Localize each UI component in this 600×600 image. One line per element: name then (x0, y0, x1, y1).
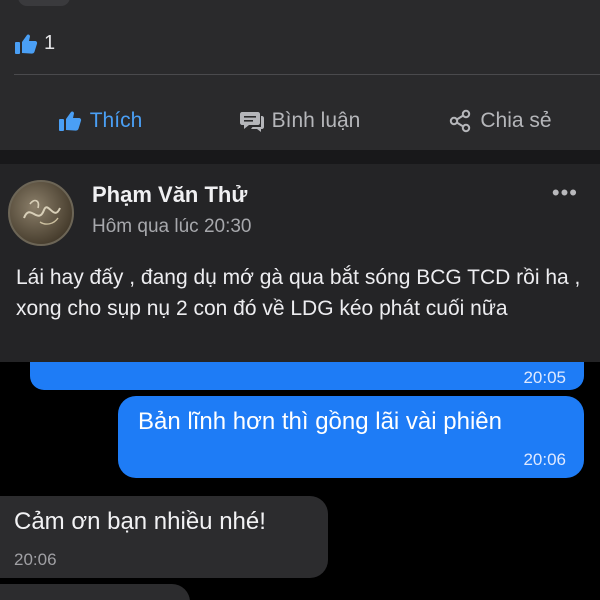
previous-comment-pill[interactable] (18, 0, 70, 6)
outgoing-message-bubble: Bản lĩnh hơn thì gồng lãi vài phiên 20:0… (118, 396, 584, 478)
thumbs-up-icon (58, 110, 82, 132)
incoming-message-bubble-partial (0, 584, 190, 600)
post-action-bar: Thích Bình luận Chia sẻ (0, 96, 600, 146)
reaction-summary[interactable]: 1 (14, 32, 55, 55)
comment-icon (239, 110, 264, 132)
share-icon (448, 109, 472, 133)
more-options-icon[interactable]: ••• (552, 180, 578, 206)
like-reaction-icon (14, 33, 38, 55)
divider (14, 74, 600, 75)
comment-button[interactable]: Bình luận (200, 96, 400, 146)
comment-label: Bình luận (271, 109, 361, 132)
incoming-message-text: Cảm ơn bạn nhiều nhé! (14, 508, 266, 535)
post-image-chat-screenshot[interactable]: 20:05 Bản lĩnh hơn thì gồng lãi vài phiê… (0, 362, 600, 600)
feed-separator (0, 150, 600, 164)
outgoing-message-text: Bản lĩnh hơn thì gồng lãi vài phiên (138, 408, 502, 435)
message-time: 20:05 (523, 368, 566, 387)
post-text: Lái hay đấy , đang dụ mớ gà qua bắt sóng… (16, 266, 581, 320)
share-label: Chia sẻ (480, 109, 552, 132)
message-time: 20:06 (14, 550, 57, 569)
post-author-name[interactable]: Phạm Văn Thử (92, 182, 247, 208)
avatar[interactable] (8, 180, 74, 246)
share-button[interactable]: Chia sẻ (400, 96, 600, 146)
incoming-message-bubble: Cảm ơn bạn nhiều nhé! 20:06 (0, 496, 328, 578)
previous-post-card: 1 Thích Bình luận Chia sẻ (0, 0, 600, 150)
like-label: Thích (89, 109, 143, 132)
reaction-count: 1 (44, 32, 56, 54)
post-timestamp[interactable]: Hôm qua lúc 20:30 (92, 216, 252, 238)
signature-avatar-image (23, 199, 61, 225)
like-button[interactable]: Thích (0, 96, 200, 146)
message-time: 20:06 (523, 450, 566, 469)
outgoing-message-bubble-partial: 20:05 (30, 362, 584, 390)
